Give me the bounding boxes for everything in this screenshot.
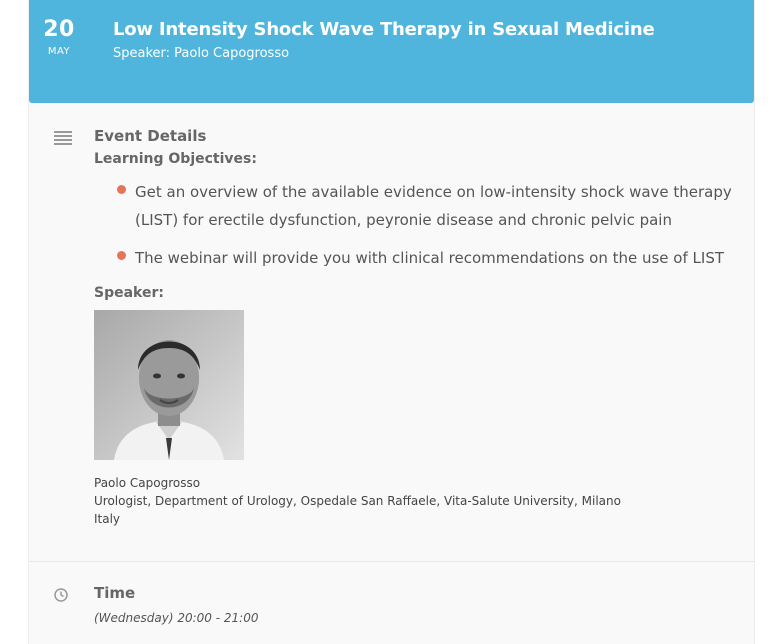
event-card: 20 MAY Low Intensity Shock Wave Therapy … [28, 0, 755, 644]
time-heading: Time [94, 584, 136, 602]
bullet-icon [117, 185, 126, 194]
event-title[interactable]: Low Intensity Shock Wave Therapy in Sexu… [113, 19, 655, 40]
speaker-photo [94, 310, 244, 460]
details-icon [54, 131, 72, 145]
objective-item: Get an overview of the available evidenc… [94, 178, 734, 234]
section-divider [29, 561, 754, 562]
time-value: (Wednesday) 20:00 - 21:00 [94, 611, 259, 625]
speaker-name: Paolo Capogrosso [94, 476, 201, 490]
event-details-heading: Event Details [94, 127, 207, 145]
learning-objectives-heading: Learning Objectives: [94, 151, 257, 167]
event-date-month: MAY [47, 46, 71, 57]
objectives-list: Get an overview of the available evidenc… [94, 178, 734, 282]
objective-text: The webinar will provide you with clinic… [135, 249, 724, 267]
speaker-heading: Speaker: [94, 285, 164, 301]
speaker-affiliation: Urologist, Department of Urology, Ospeda… [94, 494, 621, 508]
event-speaker-line: Speaker: Paolo Capogrosso [113, 46, 290, 61]
event-date-day: 20 [43, 17, 75, 42]
objective-text: Get an overview of the available evidenc… [135, 183, 732, 229]
speaker-info: Paolo Capogrosso Urologist, Department o… [94, 474, 621, 528]
clock-icon [54, 587, 68, 602]
speaker-country: Italy [94, 512, 121, 526]
objective-item: The webinar will provide you with clinic… [94, 244, 734, 272]
event-header: 20 MAY Low Intensity Shock Wave Therapy … [29, 0, 754, 103]
bullet-icon [117, 251, 126, 260]
